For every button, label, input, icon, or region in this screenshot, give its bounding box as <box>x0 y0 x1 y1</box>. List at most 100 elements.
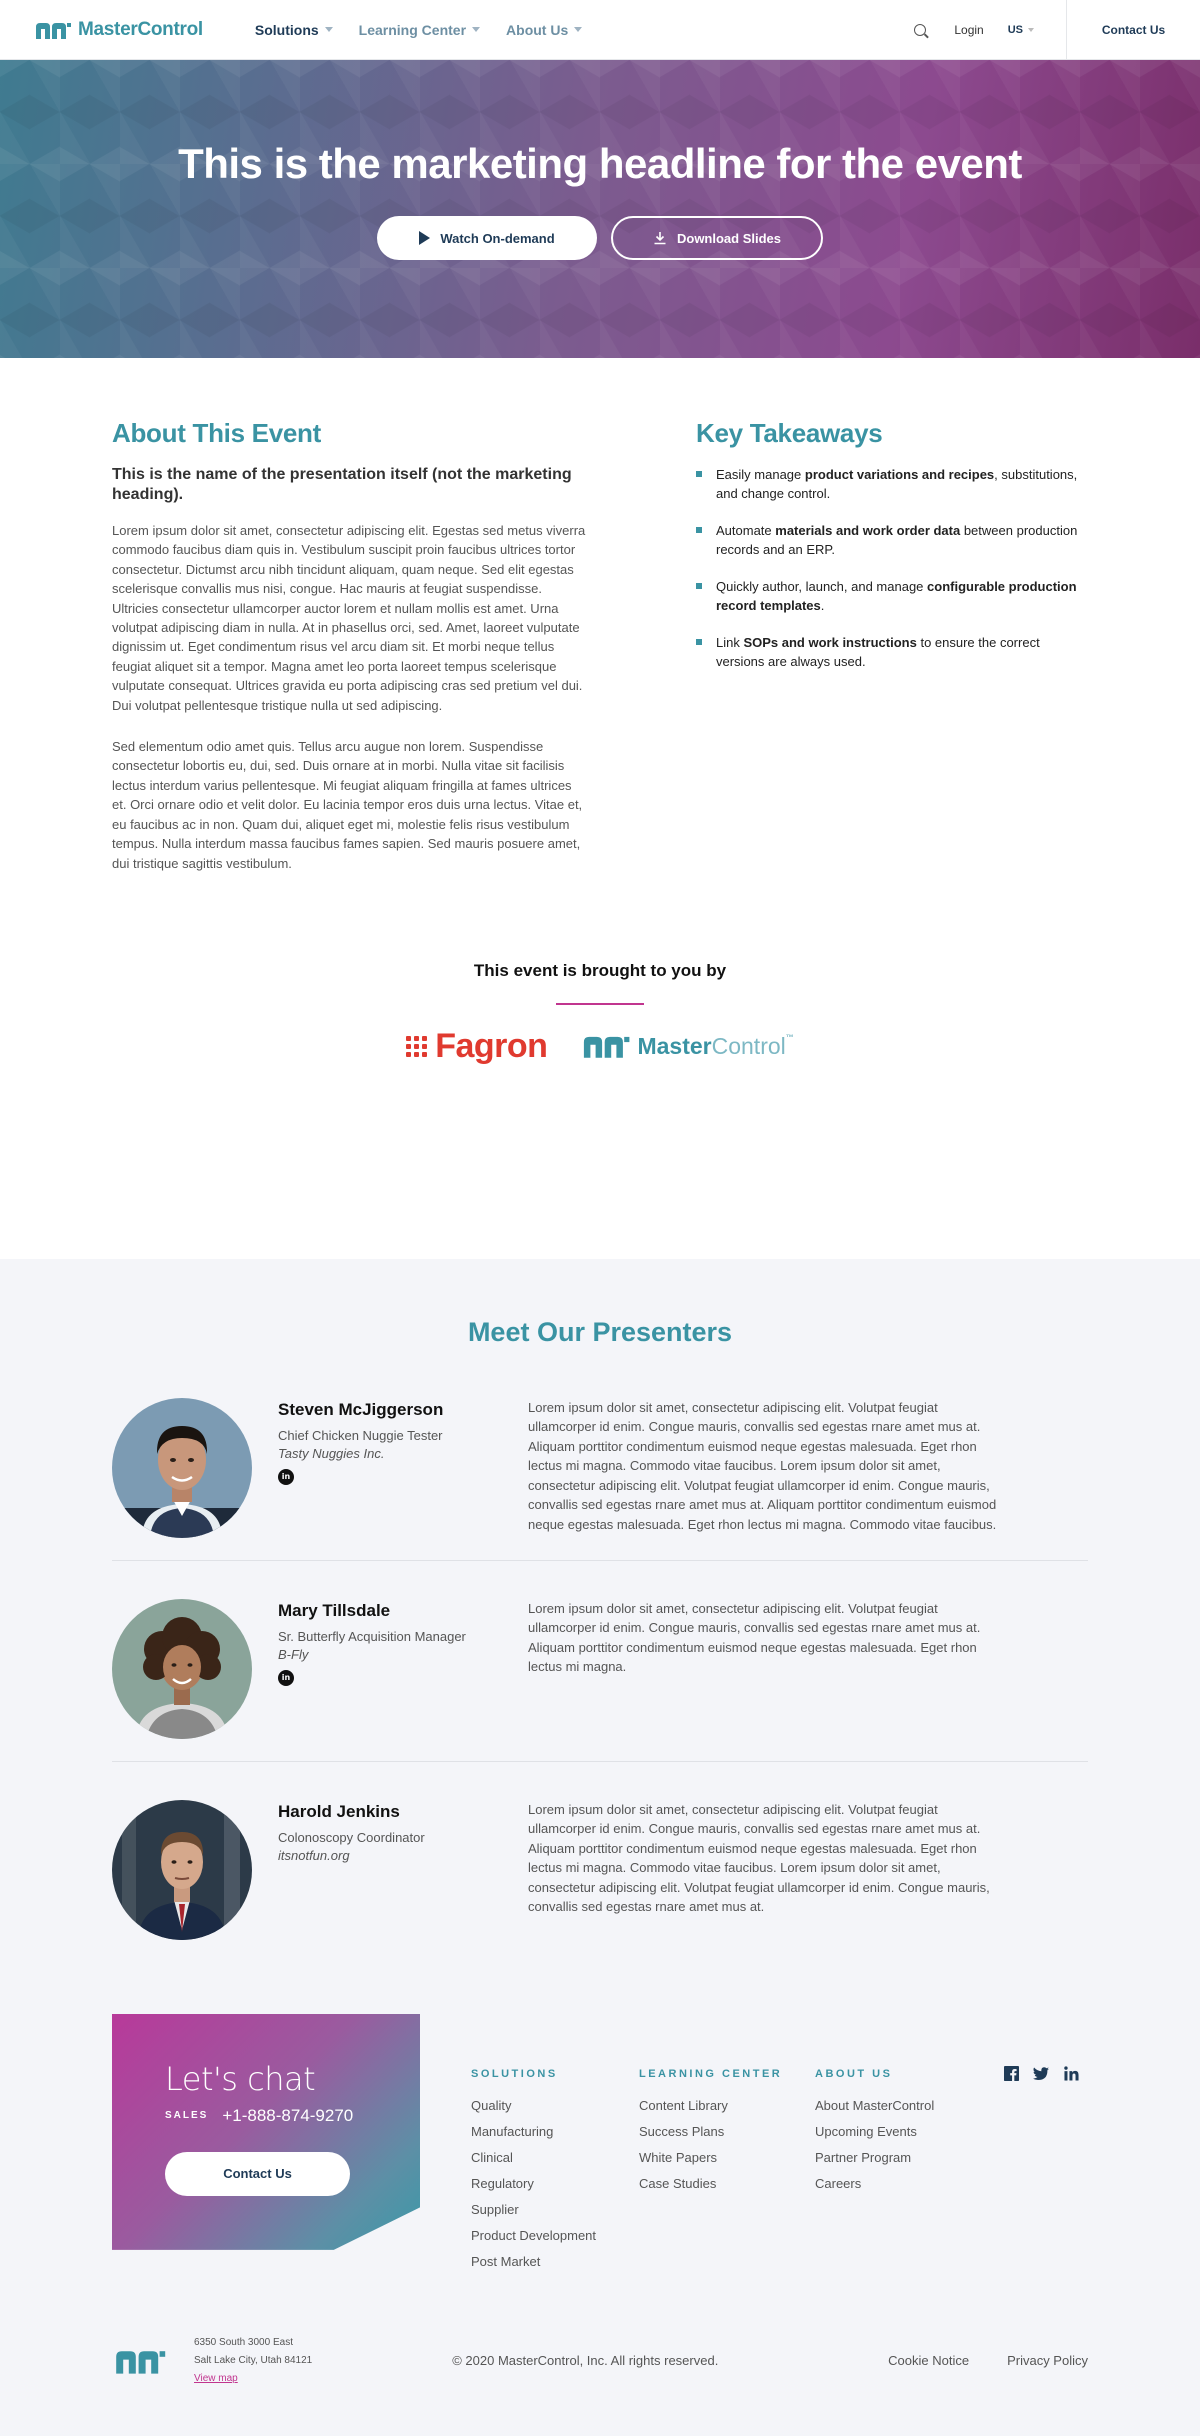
company-address: 6350 South 3000 East Salt Lake City, Uta… <box>194 2334 312 2388</box>
takeaway-bold: SOPs and work instructions <box>743 635 917 650</box>
trademark: ™ <box>785 1032 794 1042</box>
top-navigation: MasterControl Solutions Learning Center … <box>0 0 1200 60</box>
hero-banner: This is the marketing headline for the e… <box>0 60 1200 358</box>
takeaway-text: Easily manage <box>716 467 805 482</box>
copyright: © 2020 MasterControl, Inc. All rights re… <box>452 2353 719 2369</box>
footer-link[interactable]: Regulatory <box>471 2176 639 2191</box>
chat-title: Let's chat <box>165 2059 316 2098</box>
footer-link[interactable]: About MasterControl <box>815 2098 1003 2113</box>
avatar <box>112 1799 252 1940</box>
linkedin-icon[interactable]: in <box>278 1468 294 1485</box>
download-slides-button[interactable]: Download Slides <box>611 216 823 260</box>
footer-link[interactable]: Manufacturing <box>471 2124 639 2139</box>
nav-about-us[interactable]: About Us <box>506 22 583 38</box>
logo-text: MasterControl <box>78 18 203 40</box>
footer-link[interactable]: Partner Program <box>815 2150 1003 2165</box>
takeaway-text: Quickly author, launch, and manage <box>716 579 928 594</box>
wordmark-dark: Master <box>637 1032 712 1059</box>
presenter-info: Harold Jenkins Colonoscopy Coordinator i… <box>278 1800 503 1940</box>
nav-solutions[interactable]: Solutions <box>255 22 333 38</box>
mastercontrol-wordmark: MasterControl™ <box>637 1033 793 1060</box>
chevron-down-icon <box>574 27 583 32</box>
presenter-company: Tasty Nuggies Inc. <box>278 1445 385 1461</box>
footer-link[interactable]: Upcoming Events <box>815 2124 1003 2139</box>
address-line: 6350 South 3000 East <box>194 2336 293 2348</box>
privacy-policy-link[interactable]: Privacy Policy <box>1007 2353 1088 2368</box>
watch-on-demand-label: Watch On-demand <box>440 230 555 246</box>
bullet-icon <box>696 527 702 533</box>
hero-headline: This is the marketing headline for the e… <box>178 140 1022 187</box>
takeaway-text: Automate <box>716 523 776 538</box>
footer-link[interactable]: Success Plans <box>639 2124 815 2139</box>
address-line: Salt Lake City, Utah 84121 <box>194 2354 313 2366</box>
wordmark-light: Control <box>711 1032 786 1059</box>
footer-link[interactable]: Content Library <box>639 2098 815 2113</box>
footer-link[interactable]: Case Studies <box>639 2176 815 2191</box>
avatar <box>112 1397 252 1538</box>
about-heading: About This Event <box>112 418 321 448</box>
footer-column-learning-center: LEARNING CENTER Content Library Success … <box>639 2068 815 2280</box>
presenters-section: Meet Our Presenters Steven McJiggerson C… <box>0 1258 1200 1962</box>
presenters-heading: Meet Our Presenters <box>467 1316 733 1347</box>
presenter-role: Sr. Butterfly Acquisition Manager <box>278 1628 466 1644</box>
bullet-icon <box>696 471 702 477</box>
download-slides-label: Download Slides <box>676 230 781 246</box>
takeaway-item: Automate materials and work order data b… <box>696 521 1084 559</box>
login-link[interactable]: Login <box>954 23 983 37</box>
footer-link[interactable]: Careers <box>815 2176 1003 2191</box>
presentation-name: This is the name of the presentation its… <box>112 466 572 503</box>
about-paragraph: Lorem ipsum dolor sit amet, consectetur … <box>112 523 586 713</box>
takeaway-text: Link <box>716 635 744 650</box>
footer-column-heading: SOLUTIONS <box>471 2067 558 2080</box>
nav-solutions-label: Solutions <box>254 21 319 38</box>
presenter-card: Steven McJiggerson Chief Chicken Nuggie … <box>112 1348 1088 1561</box>
lets-chat-card: Let's chat SALES +1-888-874-9270 Contact… <box>112 2013 420 2250</box>
sponsor-logos: Fagron MasterControl™ <box>0 1027 1200 1066</box>
footer-link[interactable]: White Papers <box>639 2150 815 2165</box>
footer-link-columns: SOLUTIONS Quality Manufacturing Clinical… <box>471 2014 1079 2280</box>
footer-column-heading: LEARNING CENTER <box>639 2067 783 2080</box>
sales-phone-link[interactable]: +1-888-874-9270 <box>222 2106 353 2126</box>
chevron-down-icon <box>472 27 481 32</box>
footer-column-solutions: SOLUTIONS Quality Manufacturing Clinical… <box>471 2068 639 2280</box>
footer-column-about-us: ABOUT US About MasterControl Upcoming Ev… <box>815 2068 1003 2280</box>
linkedin-icon[interactable]: in <box>278 1669 294 1686</box>
main-menu: Solutions Learning Center About Us <box>255 21 583 38</box>
footer-link[interactable]: Product Development <box>471 2228 639 2243</box>
presenter-role: Chief Chicken Nuggie Tester <box>278 1427 443 1443</box>
footer-link[interactable]: Clinical <box>471 2150 639 2165</box>
presenter-card: Mary Tillsdale Sr. Butterfly Acquisition… <box>112 1561 1088 1762</box>
presenter-role: Colonoscopy Coordinator <box>278 1829 425 1845</box>
social-links <box>1003 2066 1079 2280</box>
takeaway-item: Quickly author, launch, and manage confi… <box>696 577 1084 615</box>
nav-learning-center-label: Learning Center <box>358 21 467 38</box>
mastercontrol-logo[interactable]: MasterControl <box>34 19 203 41</box>
footer-link[interactable]: Post Market <box>471 2254 639 2269</box>
search-icon[interactable] <box>914 23 927 36</box>
region-selector[interactable]: US <box>1008 24 1034 36</box>
presenter-info: Steven McJiggerson Chief Chicken Nuggie … <box>278 1398 503 1538</box>
takeaway-bold: product variations and recipes <box>804 467 995 482</box>
mastercontrol-logo-mark[interactable] <box>112 2347 168 2375</box>
sponsors-heading: This event is brought to you by <box>473 960 727 980</box>
presenter-name: Steven McJiggerson <box>278 1399 444 1419</box>
footer-contact-button[interactable]: Contact Us <box>165 2151 350 2196</box>
presenter-bio: Lorem ipsum dolor sit amet, consectetur … <box>528 1399 997 1532</box>
presenter-bio: Lorem ipsum dolor sit amet, consectetur … <box>528 1801 990 1915</box>
cookie-notice-link[interactable]: Cookie Notice <box>888 2353 969 2368</box>
about-paragraph: Sed elementum odio amet quis. Tellus arc… <box>112 739 583 871</box>
footer-link[interactable]: Quality <box>471 2098 639 2113</box>
mastercontrol-logo-mark <box>36 22 71 39</box>
nav-learning-center[interactable]: Learning Center <box>358 21 481 38</box>
watch-on-demand-button[interactable]: Watch On-demand <box>377 216 597 260</box>
footer-link[interactable]: Supplier <box>471 2202 639 2217</box>
legal-links: Cookie Notice Privacy Policy <box>888 2353 1088 2368</box>
bullet-icon <box>696 639 702 645</box>
chevron-down-icon <box>1028 27 1034 32</box>
contact-us-link[interactable]: Contact Us <box>1066 0 1200 60</box>
takeaway-bold: materials and work order data <box>775 523 961 538</box>
view-map-link[interactable]: View map <box>194 2373 238 2384</box>
linkedin-icon[interactable] <box>1063 2066 1079 2082</box>
facebook-icon[interactable] <box>1003 2066 1019 2082</box>
twitter-icon[interactable] <box>1033 2066 1049 2082</box>
